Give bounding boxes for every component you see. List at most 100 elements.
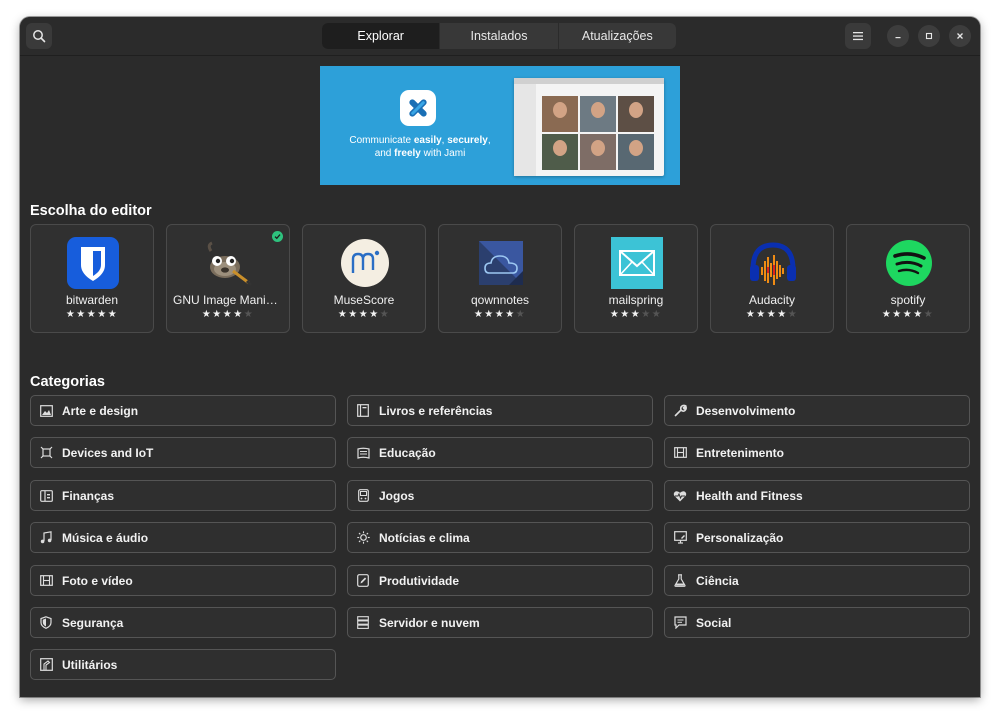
app-name: qownnotes [470, 293, 530, 307]
star-filled-icon: ★ [902, 309, 914, 320]
app-card-bitwarden[interactable]: bitwarden ★★★★★ [30, 224, 154, 333]
tab-label: Atualizações [581, 29, 653, 43]
category-foto-e-video[interactable]: Foto e vídeo [30, 565, 336, 596]
category-desenvolvimento[interactable]: Desenvolvimento [664, 395, 970, 426]
star-filled-icon: ★ [86, 309, 98, 320]
close-button[interactable] [949, 25, 971, 47]
category-musica-e-audio[interactable]: Música e áudio [30, 522, 336, 553]
featured-banner[interactable]: Communicate easily, securely, and freely… [320, 66, 680, 185]
desktop-icon [673, 531, 687, 545]
category-financas[interactable]: Finanças [30, 480, 336, 511]
heart-pulse-icon [673, 489, 687, 503]
category-label: Notícias e clima [379, 530, 470, 545]
star-filled-icon: ★ [212, 309, 223, 320]
banner-text-pre: Communicate [349, 135, 414, 146]
app-name: Audacity [748, 293, 796, 307]
banner-text-securely: securely [447, 135, 488, 146]
category-label: Health and Fitness [696, 488, 803, 503]
star-filled-icon: ★ [107, 309, 119, 320]
category-ciencia[interactable]: Ciência [664, 565, 970, 596]
star-empty-icon: ★ [651, 309, 663, 320]
category-servidor-e-nuvem[interactable]: Servidor e nuvem [347, 607, 653, 638]
category-produtividade[interactable]: Produtividade [347, 565, 653, 596]
app-name: GNU Image Manipulation Program [173, 293, 283, 307]
jami-icon [409, 99, 427, 117]
app-card-spotify[interactable]: spotify ★★★★★ [846, 224, 970, 333]
star-filled-icon: ★ [766, 309, 778, 320]
mailspring-icon [611, 237, 663, 289]
installed-check-icon [272, 231, 283, 242]
banner-text-freely: freely [394, 148, 421, 159]
app-card-qownnotes[interactable]: qownnotes ★★★★★ [438, 224, 562, 333]
star-filled-icon: ★ [348, 309, 359, 320]
star-filled-icon: ★ [337, 309, 349, 320]
tab-instalados[interactable]: Instalados [440, 23, 559, 49]
app-card-musescore[interactable]: MuseScore ★★★★★ [302, 224, 426, 333]
category-label: Servidor e nuvem [379, 615, 480, 630]
star-filled-icon: ★ [222, 309, 234, 320]
star-filled-icon: ★ [892, 309, 903, 320]
star-rating: ★★★★★ [711, 309, 833, 320]
category-personalizacao[interactable]: Personalização [664, 522, 970, 553]
audacity-icon [747, 237, 799, 289]
search-icon [33, 30, 46, 43]
star-empty-icon: ★ [923, 309, 935, 320]
category-seguranca[interactable]: Segurança [30, 607, 336, 638]
main-menu-button[interactable] [845, 23, 871, 49]
app-name: bitwarden [65, 293, 119, 307]
category-arte-e-design[interactable]: Arte e design [30, 395, 336, 426]
header-bar: Explorar Instalados Atualizações [20, 17, 980, 56]
category-label: Jogos [379, 488, 415, 503]
banner-screenshot [514, 78, 664, 176]
education-icon [356, 446, 370, 460]
edit-icon [356, 574, 370, 588]
category-label: Finanças [62, 488, 115, 503]
category-label: Personalização [696, 530, 784, 545]
utilities-icon [39, 658, 53, 672]
star-rating: ★★★★★ [847, 309, 969, 320]
view-switcher: Explorar Instalados Atualizações [322, 23, 676, 49]
star-filled-icon: ★ [76, 309, 87, 320]
maximize-button[interactable] [918, 25, 940, 47]
category-social[interactable]: Social [664, 607, 970, 638]
category-educacao[interactable]: Educação [347, 437, 653, 468]
category-devices-and-iot[interactable]: Devices and IoT [30, 437, 336, 468]
music-note-icon [39, 531, 53, 545]
banner-text-easily: easily [413, 135, 442, 146]
musescore-icon [339, 237, 391, 289]
jami-logo [400, 90, 436, 126]
category-entretenimento[interactable]: Entretenimento [664, 437, 970, 468]
app-card-audacity[interactable]: Audacity ★★★★★ [710, 224, 834, 333]
star-empty-icon: ★ [243, 309, 255, 320]
star-filled-icon: ★ [630, 309, 642, 320]
category-utilitarios[interactable]: Utilitários [30, 649, 336, 680]
star-filled-icon: ★ [369, 309, 380, 320]
category-livros-e-referencias[interactable]: Livros e referências [347, 395, 653, 426]
search-button[interactable] [26, 23, 52, 49]
gamepad-icon [356, 489, 370, 503]
app-card-mailspring[interactable]: mailspring ★★★★★ [574, 224, 698, 333]
chat-icon [673, 616, 687, 630]
wallet-icon [39, 489, 53, 503]
server-icon [356, 616, 370, 630]
flask-icon [673, 574, 687, 588]
banner-text-sep: , [487, 135, 491, 146]
star-filled-icon: ★ [620, 309, 631, 320]
category-noticias-e-clima[interactable]: Notícias e clima [347, 522, 653, 553]
star-rating: ★★★★★ [31, 309, 153, 320]
app-name: spotify [890, 293, 926, 307]
category-jogos[interactable]: Jogos [347, 480, 653, 511]
star-filled-icon: ★ [65, 309, 77, 320]
star-filled-icon: ★ [233, 309, 244, 320]
tab-atualizacoes[interactable]: Atualizações [559, 23, 676, 49]
category-health-and-fitness[interactable]: Health and Fitness [664, 480, 970, 511]
minimize-button[interactable] [887, 25, 909, 47]
qownnotes-icon [475, 237, 527, 289]
tab-explorar[interactable]: Explorar [322, 23, 441, 49]
star-rating: ★★★★★ [303, 309, 425, 320]
banner-text-and: and [374, 148, 395, 159]
category-label: Livros e referências [379, 403, 493, 418]
star-filled-icon: ★ [484, 309, 495, 320]
bitwarden-icon [67, 237, 119, 289]
app-card-gimp[interactable]: GNU Image Manipulation Program ★★★★★ [166, 224, 290, 333]
